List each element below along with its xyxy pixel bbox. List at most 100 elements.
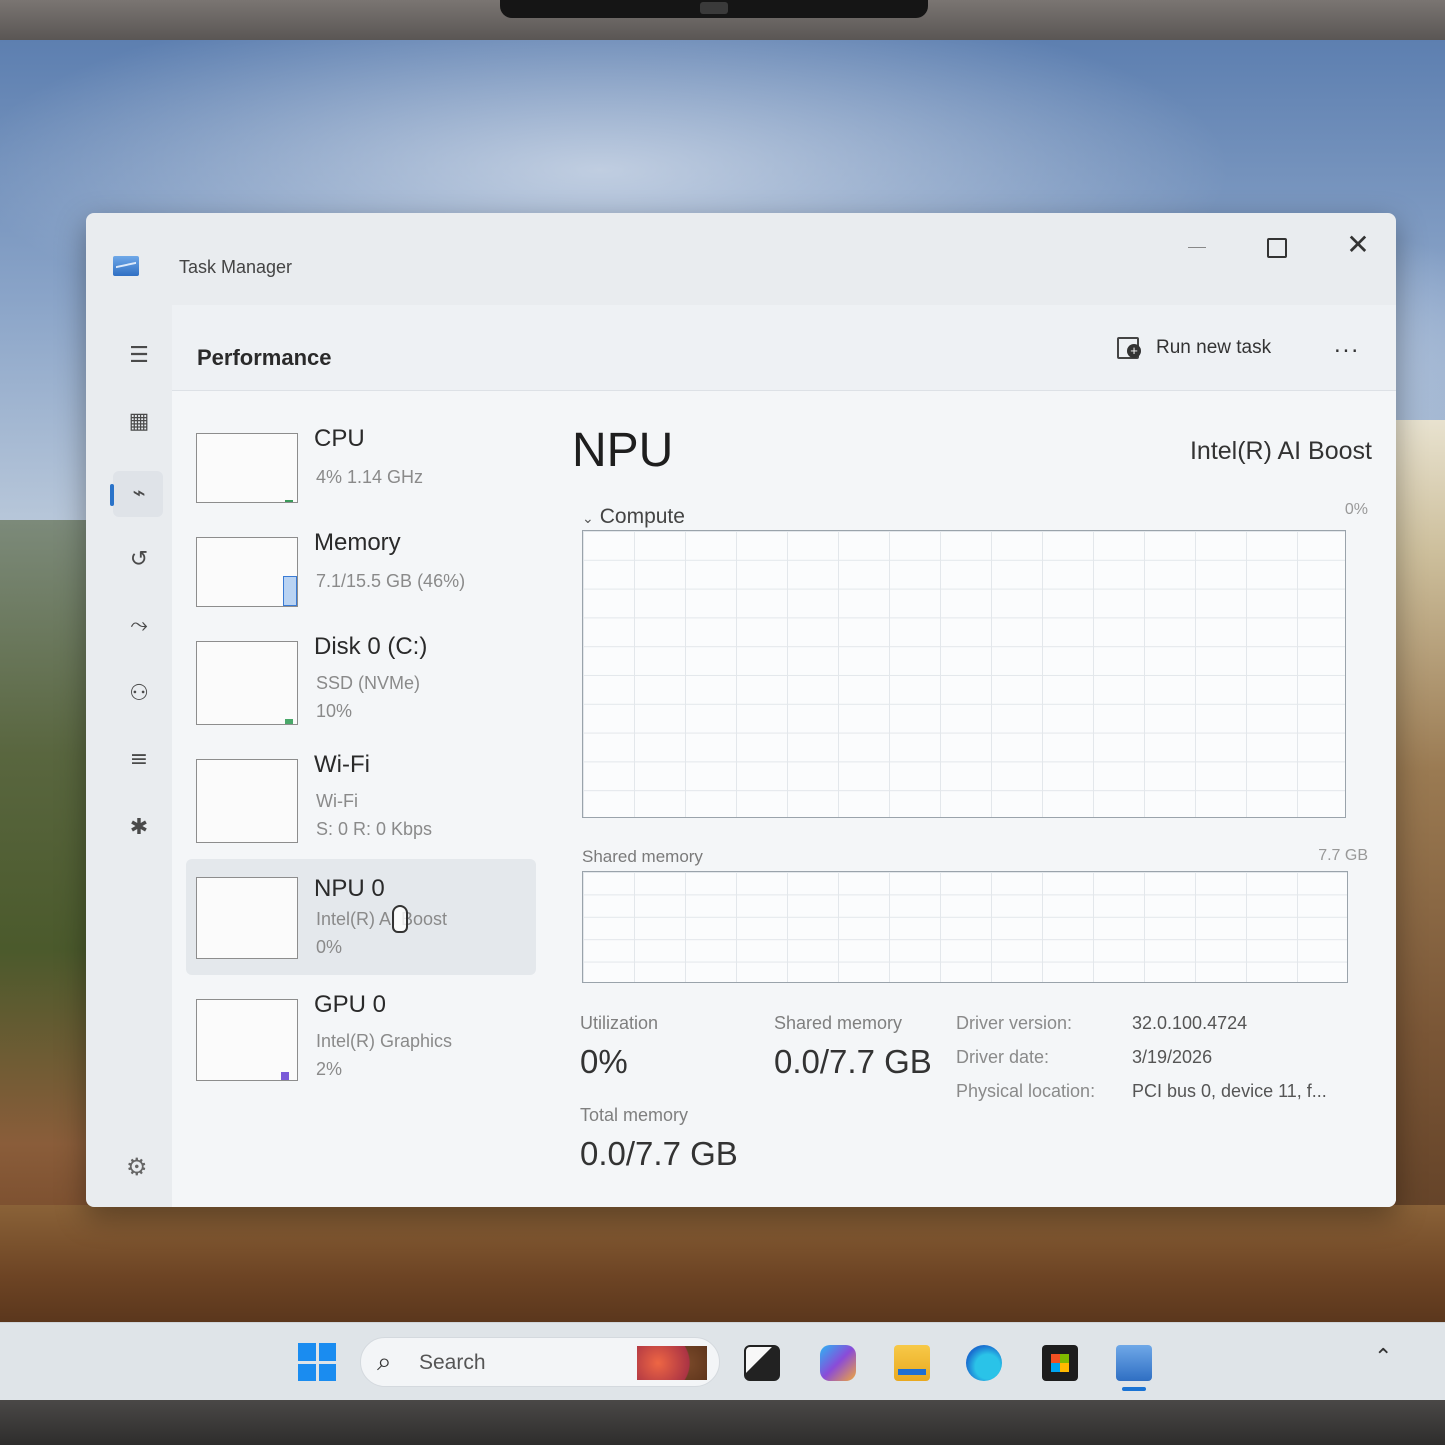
driver-date-label: Driver date: xyxy=(956,1047,1050,1067)
device-list: CPU 4% 1.14 GHz Memory 7.1/15.5 GB (46%)… xyxy=(186,415,536,1115)
device-name: NPU 0 xyxy=(314,875,385,902)
file-explorer-icon[interactable] xyxy=(894,1345,930,1381)
start-tile xyxy=(318,1363,336,1381)
npu-thumbnail-graph xyxy=(196,877,298,959)
shared-memory-stat-label: Shared memory xyxy=(774,1013,903,1033)
device-detail: 7.1/15.5 GB (46%) xyxy=(316,571,466,591)
physical-location-label: Physical location: xyxy=(956,1081,1096,1101)
details-icon[interactable]: ≡ xyxy=(124,745,154,775)
device-detail: Intel(R) AI Boost xyxy=(316,909,448,929)
device-name: Wi-Fi xyxy=(314,751,370,778)
device-name: GPU 0 xyxy=(314,991,387,1018)
device-usage: 10% xyxy=(316,701,353,721)
device-detail: Wi-Fi xyxy=(316,791,358,811)
taskbar: ⌕ Search ⌃ xyxy=(0,1322,1445,1400)
total-memory-label: Total memory xyxy=(580,1105,689,1125)
shared-memory-graph-label: Shared memory xyxy=(582,847,703,866)
chevron-down-icon: ⌄ xyxy=(582,510,594,526)
compute-selector[interactable]: ⌄ Compute xyxy=(582,505,685,529)
shared-memory-stat-value: 0.0/7.7 GB xyxy=(774,1043,932,1080)
page-header: Performance Run new task ... xyxy=(172,305,1396,391)
copilot-icon[interactable] xyxy=(820,1345,856,1381)
npu-detail-panel: NPU Intel(R) AI Boost ⌄ Compute 0% Shared… xyxy=(572,415,1372,1195)
shared-memory-graph xyxy=(582,871,1348,983)
task-manager-taskbar-icon[interactable] xyxy=(1116,1345,1152,1381)
run-task-icon xyxy=(1116,336,1142,360)
task-view-icon[interactable] xyxy=(744,1345,780,1381)
task-manager-window: Task Manager ✕ ☰ ▦ ⌁ ↺ ⤳ ⚇ ≡ ✱ ⚙ Perform… xyxy=(86,213,1396,1207)
more-options-icon: ... xyxy=(1334,331,1361,358)
disk-thumbnail-graph xyxy=(196,641,298,725)
chevron-up-icon[interactable]: ⌃ xyxy=(1374,1345,1392,1370)
processes-icon[interactable]: ▦ xyxy=(124,407,154,437)
webcam-lens xyxy=(700,2,728,14)
physical-location-value: PCI bus 0, device 11, f... xyxy=(1132,1081,1327,1101)
active-app-indicator xyxy=(1122,1387,1146,1391)
shared-memory-max-label: 7.7 GB xyxy=(1318,847,1368,864)
settings-gear-icon[interactable]: ⚙ xyxy=(126,1153,148,1181)
close-button[interactable]: ✕ xyxy=(1328,225,1388,265)
app-history-icon[interactable]: ↺ xyxy=(124,545,154,575)
driver-version-value: 32.0.100.4724 xyxy=(1132,1013,1248,1033)
run-new-task-button[interactable]: Run new task xyxy=(1116,331,1271,365)
utilization-label: Utilization xyxy=(580,1013,659,1033)
edge-browser-icon[interactable] xyxy=(966,1345,1002,1381)
startup-apps-icon[interactable]: ⤳ xyxy=(124,611,154,641)
cpu-usage-mark xyxy=(285,496,293,502)
task-manager-app-icon xyxy=(113,256,139,276)
title-bar[interactable]: Task Manager ✕ xyxy=(86,213,1396,303)
taskbar-search[interactable]: ⌕ Search xyxy=(360,1337,720,1387)
device-model: Intel(R) AI Boost xyxy=(1189,437,1372,465)
selection-indicator xyxy=(110,484,114,506)
window-title: Task Manager xyxy=(179,257,293,277)
device-item-disk[interactable]: Disk 0 (C:) SSD (NVMe) 10% xyxy=(186,633,536,749)
microsoft-store-icon[interactable] xyxy=(1042,1345,1078,1381)
device-item-gpu[interactable]: GPU 0 Intel(R) Graphics 2% xyxy=(186,991,536,1107)
wallpaper-ground xyxy=(0,1205,1445,1325)
run-new-task-label: Run new task xyxy=(1156,337,1272,358)
compute-max-label: 0% xyxy=(1344,501,1368,518)
laptop-bezel-top xyxy=(0,0,1445,40)
device-name: CPU xyxy=(314,425,365,452)
disk-usage-mark xyxy=(285,718,293,724)
navigation-rail: ☰ ▦ ⌁ ↺ ⤳ ⚇ ≡ ✱ xyxy=(102,313,172,1203)
memory-usage-fill xyxy=(283,576,297,606)
laptop-bezel-bottom xyxy=(0,1400,1445,1445)
search-placeholder: Search xyxy=(419,1351,486,1374)
device-name: Memory xyxy=(314,529,401,556)
start-tile xyxy=(318,1343,336,1361)
hand-cursor-icon xyxy=(392,905,408,933)
performance-icon[interactable]: ⌁ xyxy=(124,479,154,509)
driver-version-label: Driver version: xyxy=(956,1013,1073,1033)
gpu-usage-mark xyxy=(281,1072,289,1080)
close-icon: ✕ xyxy=(1346,229,1370,260)
device-name: Disk 0 (C:) xyxy=(314,633,428,660)
device-item-npu[interactable]: NPU 0 Intel(R) AI Boost 0% xyxy=(186,859,536,975)
device-usage: 2% xyxy=(316,1059,343,1079)
detail-title: NPU xyxy=(572,424,674,477)
device-throughput: S: 0 R: 0 Kbps xyxy=(316,819,433,839)
device-detail: SSD (NVMe) xyxy=(316,673,421,693)
windows-start-icon[interactable] xyxy=(298,1343,336,1381)
compute-usage-graph xyxy=(582,530,1346,818)
wifi-thumbnail-graph xyxy=(196,759,298,843)
driver-date-value: 3/19/2026 xyxy=(1132,1047,1213,1067)
webcam-notch xyxy=(500,0,928,18)
start-tile xyxy=(298,1343,316,1361)
page-title: Performance xyxy=(197,345,332,370)
users-icon[interactable]: ⚇ xyxy=(124,679,154,709)
device-usage: 0% xyxy=(316,937,343,957)
search-icon: ⌕ xyxy=(377,1347,392,1377)
compute-label: Compute xyxy=(599,505,685,528)
device-item-cpu[interactable]: CPU 4% 1.14 GHz xyxy=(186,425,536,541)
hamburger-menu-icon[interactable]: ☰ xyxy=(124,341,154,371)
services-icon[interactable]: ✱ xyxy=(124,813,154,843)
main-content: Performance Run new task ... CPU 4% 1.14… xyxy=(172,305,1396,1207)
maximize-button[interactable] xyxy=(1246,225,1306,265)
more-options-button[interactable]: ... xyxy=(1334,331,1360,359)
device-item-memory[interactable]: Memory 7.1/15.5 GB (46%) xyxy=(186,529,536,645)
start-tile xyxy=(298,1363,316,1381)
minimize-button[interactable] xyxy=(1166,225,1226,265)
gpu-thumbnail-graph xyxy=(196,999,298,1081)
device-item-wifi[interactable]: Wi-Fi Wi-Fi S: 0 R: 0 Kbps xyxy=(186,751,536,867)
